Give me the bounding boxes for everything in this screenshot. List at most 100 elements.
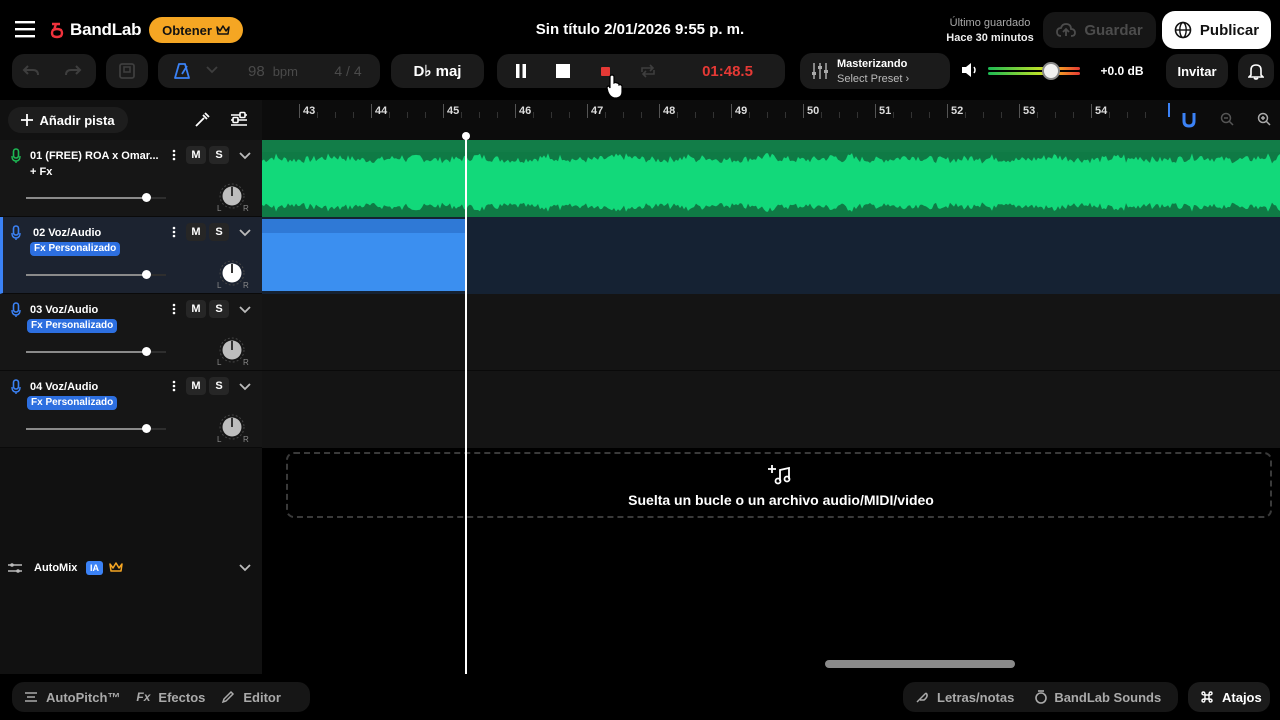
horizontal-scrollbar[interactable] bbox=[825, 660, 1015, 668]
metronome-icon[interactable] bbox=[173, 62, 191, 80]
more-icon[interactable] bbox=[172, 380, 176, 392]
chevron-down-icon[interactable] bbox=[206, 66, 218, 74]
chevron-down-icon[interactable] bbox=[239, 564, 251, 572]
shortcuts-button[interactable]: Atajos bbox=[1188, 682, 1270, 712]
bar-number[interactable]: 48 bbox=[663, 105, 675, 117]
bandlab-sounds-button[interactable]: BandLab Sounds bbox=[1034, 690, 1161, 705]
save-template-button[interactable] bbox=[106, 54, 148, 88]
magnet-icon[interactable] bbox=[1182, 112, 1196, 128]
publish-button[interactable]: Publicar bbox=[1162, 11, 1271, 49]
drop-zone[interactable]: Suelta un bucle o un archivo audio/MIDI/… bbox=[286, 452, 1272, 518]
effects-button[interactable]: Fx Efectos bbox=[136, 690, 205, 705]
solo-button[interactable]: S bbox=[209, 146, 229, 164]
track-volume-thumb[interactable] bbox=[142, 270, 152, 279]
track-volume-thumb[interactable] bbox=[142, 424, 152, 433]
bar-number[interactable]: 47 bbox=[591, 105, 603, 117]
speaker-icon[interactable] bbox=[961, 62, 979, 78]
bar-number[interactable]: 45 bbox=[447, 105, 459, 117]
stop-icon[interactable] bbox=[556, 64, 570, 78]
track-volume-thumb[interactable] bbox=[142, 347, 152, 356]
tuner-icon[interactable] bbox=[194, 112, 210, 128]
chevron-down-icon[interactable] bbox=[239, 383, 251, 391]
track-volume-thumb[interactable] bbox=[142, 193, 152, 202]
mute-button[interactable]: M bbox=[186, 223, 206, 241]
bandlab-logo[interactable]: BandLab bbox=[48, 20, 142, 40]
mic-icon[interactable] bbox=[11, 148, 21, 164]
editor-button[interactable]: Editor bbox=[221, 690, 281, 705]
track-row[interactable]: 04 Voz/Audio Fx Personalizado M S L R bbox=[0, 371, 262, 448]
bar-number[interactable]: 50 bbox=[807, 105, 819, 117]
track-row[interactable]: 02 Voz/Audio Fx Personalizado M S L R bbox=[0, 217, 262, 294]
chevron-down-icon[interactable] bbox=[239, 229, 251, 237]
mic-icon[interactable] bbox=[11, 302, 21, 318]
track-lane-02[interactable] bbox=[262, 217, 1280, 294]
more-icon[interactable] bbox=[172, 303, 176, 315]
mic-icon[interactable] bbox=[11, 225, 21, 241]
time-signature[interactable]: 4 / 4 bbox=[318, 54, 378, 88]
mute-button[interactable]: M bbox=[186, 300, 206, 318]
master-volume-slider[interactable] bbox=[988, 62, 1080, 80]
key-selector[interactable]: D♭ maj bbox=[391, 54, 484, 88]
pan-knob[interactable]: L R bbox=[217, 259, 249, 291]
track-lane-01[interactable] bbox=[262, 140, 1280, 217]
track-lane-04[interactable] bbox=[262, 371, 1280, 448]
fx-preset-tag[interactable]: Fx Personalizado bbox=[27, 396, 118, 410]
bar-number[interactable]: 51 bbox=[879, 105, 891, 117]
bar-number[interactable]: 44 bbox=[375, 105, 387, 117]
solo-button[interactable]: S bbox=[209, 377, 229, 395]
track-row[interactable]: 03 Voz/Audio Fx Personalizado M S L R bbox=[0, 294, 262, 371]
solo-button[interactable]: S bbox=[209, 300, 229, 318]
zoom-in-icon[interactable] bbox=[1257, 112, 1271, 126]
track-volume-slider[interactable] bbox=[26, 347, 166, 357]
track-volume-slider[interactable] bbox=[26, 424, 166, 434]
pan-knob[interactable]: L R bbox=[217, 182, 249, 214]
pan-knob[interactable]: L R bbox=[217, 413, 249, 445]
timeline-ruler[interactable]: 43 44 45 46 47 48 49 50 51 52 53 54 bbox=[262, 100, 1280, 140]
bar-number[interactable]: 54 bbox=[1095, 105, 1107, 117]
track-name[interactable]: 02 Voz/Audio bbox=[33, 227, 168, 239]
fx-preset-tag[interactable]: Fx Personalizado bbox=[30, 242, 121, 256]
automix-row[interactable]: AutoMix IA bbox=[0, 550, 262, 586]
track-name[interactable]: 04 Voz/Audio bbox=[30, 381, 165, 393]
mute-button[interactable]: M bbox=[186, 377, 206, 395]
bar-number[interactable]: 43 bbox=[303, 105, 315, 117]
autopitch-button[interactable]: AutoPitch™ bbox=[24, 690, 120, 705]
track-row[interactable]: 01 (FREE) ROA x Omar... + Fx M S L R bbox=[0, 140, 262, 217]
bpm-field[interactable]: 98 bpm bbox=[228, 54, 318, 88]
track-name[interactable]: 03 Voz/Audio bbox=[30, 304, 165, 316]
add-fx-button[interactable]: + Fx bbox=[30, 166, 52, 178]
bar-number[interactable]: 46 bbox=[519, 105, 531, 117]
redo-icon[interactable] bbox=[64, 62, 82, 80]
playhead[interactable] bbox=[465, 134, 467, 674]
menu-icon[interactable] bbox=[15, 19, 37, 39]
audio-region-waveform[interactable] bbox=[262, 140, 1280, 217]
solo-button[interactable]: S bbox=[209, 223, 229, 241]
track-volume-slider[interactable] bbox=[26, 193, 166, 203]
bar-number[interactable]: 53 bbox=[1023, 105, 1035, 117]
playhead-handle[interactable] bbox=[462, 132, 470, 140]
invite-button[interactable]: Invitar bbox=[1166, 54, 1228, 88]
mastering-preset-button[interactable]: Masterizando Select Preset › bbox=[800, 53, 950, 89]
loop-icon[interactable] bbox=[639, 63, 657, 79]
vocal-recording-region[interactable] bbox=[262, 219, 465, 291]
get-membership-button[interactable]: Obtener bbox=[149, 17, 243, 43]
chevron-down-icon[interactable] bbox=[239, 306, 251, 314]
more-icon[interactable] bbox=[172, 149, 176, 161]
loop-marker[interactable] bbox=[1168, 103, 1170, 117]
add-track-button[interactable]: Añadir pista bbox=[8, 107, 128, 133]
pause-icon[interactable] bbox=[514, 64, 528, 78]
notifications-button[interactable] bbox=[1238, 54, 1274, 88]
mix-settings-icon[interactable] bbox=[230, 111, 248, 129]
mic-icon[interactable] bbox=[11, 379, 21, 395]
lyrics-notes-button[interactable]: Letras/notas bbox=[915, 690, 1014, 705]
project-title[interactable]: Sin título 2/01/2026 9:55 p. m. bbox=[500, 21, 780, 38]
save-button[interactable]: Guardar bbox=[1043, 12, 1156, 48]
pan-knob[interactable]: L R bbox=[217, 336, 249, 368]
fx-preset-tag[interactable]: Fx Personalizado bbox=[27, 319, 118, 333]
mute-button[interactable]: M bbox=[186, 146, 206, 164]
track-volume-slider[interactable] bbox=[26, 270, 166, 280]
track-lane-03[interactable] bbox=[262, 294, 1280, 371]
bar-number[interactable]: 52 bbox=[951, 105, 963, 117]
track-name[interactable]: 01 (FREE) ROA x Omar... bbox=[30, 150, 165, 162]
bar-number[interactable]: 49 bbox=[735, 105, 747, 117]
